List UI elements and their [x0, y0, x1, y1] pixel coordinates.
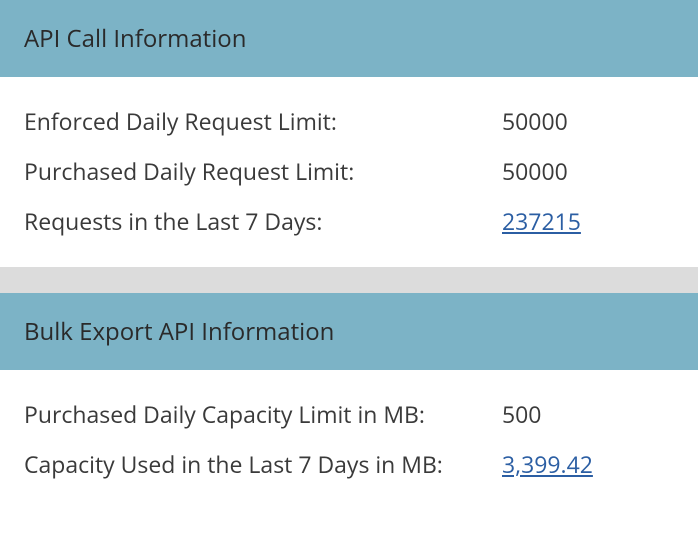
api-call-section: API Call Information Enforced Daily Requ… — [0, 0, 698, 267]
label-requests-7days: Requests in the Last 7 Days: — [24, 205, 502, 237]
section-divider — [0, 267, 698, 293]
section-header-bulk-export: Bulk Export API Information — [0, 293, 698, 370]
row-capacity-limit: Purchased Daily Capacity Limit in MB: 50… — [24, 398, 674, 430]
label-purchased-limit: Purchased Daily Request Limit: — [24, 155, 502, 187]
bulk-export-section: Bulk Export API Information Purchased Da… — [0, 293, 698, 510]
link-capacity-used[interactable]: 3,399.42 — [502, 448, 593, 480]
value-purchased-limit: 50000 — [502, 155, 568, 187]
row-purchased-limit: Purchased Daily Request Limit: 50000 — [24, 155, 674, 187]
link-requests-7days[interactable]: 237215 — [502, 205, 581, 237]
section-header-api-call: API Call Information — [0, 0, 698, 77]
label-capacity-used: Capacity Used in the Last 7 Days in MB: — [24, 448, 502, 480]
section-body-api-call: Enforced Daily Request Limit: 50000 Purc… — [0, 77, 698, 267]
row-requests-7days: Requests in the Last 7 Days: 237215 — [24, 205, 674, 237]
value-capacity-limit: 500 — [502, 398, 541, 430]
row-enforced-limit: Enforced Daily Request Limit: 50000 — [24, 105, 674, 137]
label-enforced-limit: Enforced Daily Request Limit: — [24, 105, 502, 137]
row-capacity-used: Capacity Used in the Last 7 Days in MB: … — [24, 448, 674, 480]
section-body-bulk-export: Purchased Daily Capacity Limit in MB: 50… — [0, 370, 698, 510]
value-enforced-limit: 50000 — [502, 105, 568, 137]
label-capacity-limit: Purchased Daily Capacity Limit in MB: — [24, 398, 502, 430]
